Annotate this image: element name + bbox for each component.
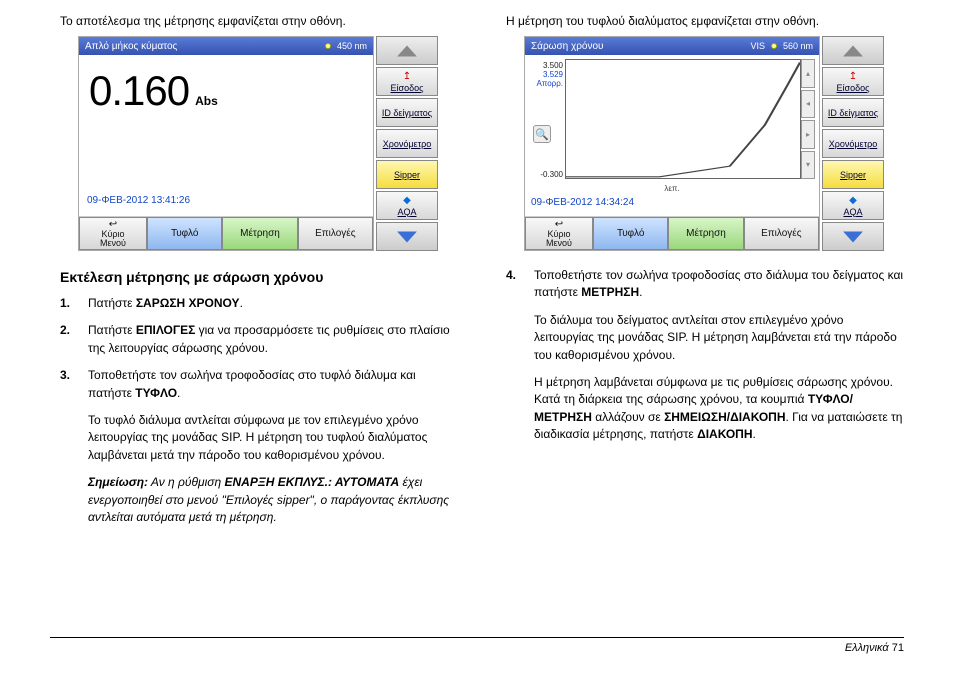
aqa-icon: ◆ [849, 195, 857, 206]
chart-up-icon[interactable]: ▴ [801, 59, 815, 88]
status-dot-icon [325, 43, 331, 49]
timestamp: 09-ΦΕΒ-2012 14:34:24 [529, 193, 815, 212]
wavelength: 450 nm [337, 41, 367, 51]
chart-right-icon[interactable]: ▸ [801, 120, 815, 149]
sample-id-button[interactable]: ID δείγματος [376, 98, 438, 127]
right-intro: Η μέτρηση του τυφλού διαλύματος εμφανίζε… [506, 14, 904, 28]
entry-button[interactable]: ↥ Είσοδος [822, 67, 884, 96]
left-column: Το αποτέλεσμα της μέτρησης εμφανίζεται σ… [60, 14, 458, 536]
aqa-icon: ◆ [403, 195, 411, 206]
right-column: Η μέτρηση του τυφλού διαλύματος εμφανίζε… [506, 14, 904, 536]
left-intro: Το αποτέλεσμα της μέτρησης εμφανίζεται σ… [60, 14, 458, 28]
device-time-scan: Σάρωση χρόνου VIS 560 nm 3.500 3.529Απορ… [524, 36, 884, 251]
note: Σημείωση: Αν η ρύθμιση ΕΝΑΡΞΗ ΕΚΠΛΥΣ.: Α… [88, 474, 458, 526]
status-dot-icon [771, 43, 777, 49]
measure-button[interactable]: Μέτρηση [222, 217, 297, 250]
title-text: Απλό μήκος κύματος [85, 41, 177, 52]
scroll-down-button[interactable] [376, 222, 438, 251]
back-arrow-icon: ↩ [555, 220, 563, 230]
step-4-p1: Το διάλυμα του δείγματος αντλείται στον … [534, 312, 904, 364]
step-3: 3. Τοποθετήστε τον σωλήνα τροφοδοσίας στ… [60, 367, 458, 526]
scroll-up-button[interactable] [822, 36, 884, 65]
timestamp: 09-ΦΕΒ-2012 13:41:26 [85, 191, 367, 210]
measure-button[interactable]: Μέτρηση [668, 217, 743, 250]
sipper-button[interactable]: Sipper [822, 160, 884, 189]
x-axis-label: λεπ. [664, 184, 679, 193]
aqa-button[interactable]: ◆ AQA [376, 191, 438, 220]
mode: VIS [750, 41, 765, 51]
titlebar: Απλό μήκος κύματος 450 nm [79, 37, 373, 55]
entry-icon: ↥ [849, 71, 857, 82]
chart-scroll: ▴ ◂ ▸ ▾ [801, 59, 815, 179]
timer-button[interactable]: Χρονόμετρο [822, 129, 884, 158]
chart-down-icon[interactable]: ▾ [801, 151, 815, 180]
titlebar: Σάρωση χρόνου VIS 560 nm [525, 37, 819, 55]
options-button[interactable]: Επιλογές [298, 217, 373, 250]
step-4: 4. Τοποθετήστε τον σωλήνα τροφοδοσίας στ… [506, 267, 904, 454]
options-button[interactable]: Επιλογές [744, 217, 819, 250]
step-1: 1. Πατήστε ΣΑΡΩΣΗ ΧΡΟΝΟΥ. [60, 295, 458, 312]
sipper-button[interactable]: Sipper [376, 160, 438, 189]
sample-id-button[interactable]: ID δείγματος [822, 98, 884, 127]
blank-button[interactable]: Τυφλό [593, 217, 668, 250]
entry-icon: ↥ [403, 71, 411, 82]
title-text: Σάρωση χρόνου [531, 41, 604, 52]
entry-button[interactable]: ↥ Είσοδος [376, 67, 438, 96]
step-4-p2: Η μέτρηση λαμβάνεται σύμφωνα με τις ρυθμ… [534, 374, 904, 444]
aqa-button[interactable]: ◆ AQA [822, 191, 884, 220]
section-heading: Εκτέλεση μέτρησης με σάρωση χρόνου [60, 269, 458, 285]
wavelength: 560 nm [783, 41, 813, 51]
step-2: 2. Πατήστε ΕΠΙΛΟΓΕΣ για να προσαρμόσετε … [60, 322, 458, 357]
chart-area [565, 59, 801, 179]
timer-button[interactable]: Χρονόμετρο [376, 129, 438, 158]
reading-value: 0.160 [89, 67, 189, 115]
scroll-down-button[interactable] [822, 222, 884, 251]
main-menu-button[interactable]: ↩ Κύριο Μενού [79, 217, 147, 250]
main-menu-button[interactable]: ↩ Κύριο Μενού [525, 217, 593, 250]
device-single-wavelength: Απλό μήκος κύματος 450 nm 0.160 Abs 09-Φ… [78, 36, 438, 251]
blank-button[interactable]: Τυφλό [147, 217, 222, 250]
zoom-icon[interactable]: 🔍 [533, 125, 551, 143]
steps-list: 1. Πατήστε ΣΑΡΩΣΗ ΧΡΟΝΟΥ. 2. Πατήστε ΕΠΙ… [60, 295, 458, 526]
step-3-para: Το τυφλό διάλυμα αντλείται σύμφωνα με το… [88, 412, 458, 464]
chart-left-icon[interactable]: ◂ [801, 90, 815, 119]
reading-unit: Abs [195, 94, 218, 108]
scroll-up-button[interactable] [376, 36, 438, 65]
back-arrow-icon: ↩ [109, 220, 117, 230]
steps-list-right: 4. Τοποθετήστε τον σωλήνα τροφοδοσίας στ… [506, 267, 904, 454]
page-footer: Ελληνικά 71 [50, 637, 904, 654]
